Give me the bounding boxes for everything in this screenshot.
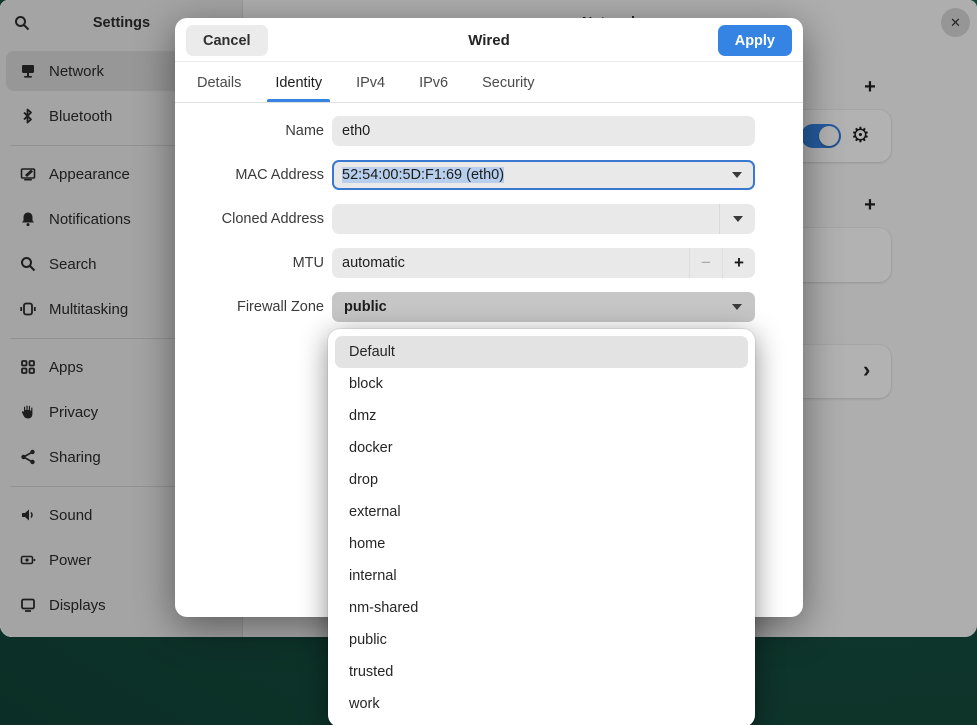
tab-security[interactable]: Security bbox=[472, 63, 544, 102]
mtu-spinbutton[interactable]: automatic − + bbox=[332, 248, 755, 278]
popup-item-default[interactable]: Default bbox=[335, 336, 748, 368]
dialog-title: Wired bbox=[175, 18, 803, 62]
dropdown-arrow-icon bbox=[733, 216, 743, 222]
firewall-zone-dropdown[interactable]: public bbox=[332, 292, 755, 322]
mtu-decrease-button[interactable]: − bbox=[689, 248, 722, 278]
dropdown-arrow-icon bbox=[732, 172, 742, 178]
tab-ipv6[interactable]: IPv6 bbox=[409, 63, 458, 102]
popup-item-docker[interactable]: docker bbox=[335, 432, 748, 464]
plus-icon: + bbox=[734, 253, 744, 273]
dialog-tabbar: Details Identity IPv4 IPv6 Security bbox=[175, 63, 803, 103]
mac-address-input[interactable]: 52:54:00:5D:F1:69 (eth0) bbox=[332, 160, 719, 190]
cloned-address-dropdown-button[interactable] bbox=[719, 204, 755, 234]
cloned-address-label: Cloned Address bbox=[175, 204, 324, 234]
name-input[interactable]: eth0 bbox=[332, 116, 755, 146]
mac-address-label: MAC Address bbox=[175, 160, 324, 190]
popup-item-nm-shared[interactable]: nm-shared bbox=[335, 592, 748, 624]
mtu-label: MTU bbox=[175, 248, 324, 278]
popup-item-dmz[interactable]: dmz bbox=[335, 400, 748, 432]
popup-item-external[interactable]: external bbox=[335, 496, 748, 528]
tab-ipv4[interactable]: IPv4 bbox=[346, 63, 395, 102]
mac-address-dropdown-button[interactable] bbox=[719, 160, 755, 190]
popup-item-block[interactable]: block bbox=[335, 368, 748, 400]
firewall-zone-dropdown-button[interactable] bbox=[719, 304, 755, 310]
cancel-button[interactable]: Cancel bbox=[186, 25, 268, 56]
dialog-header: Wired Cancel Apply bbox=[175, 18, 803, 62]
mtu-input[interactable]: automatic bbox=[332, 248, 689, 278]
tab-details[interactable]: Details bbox=[187, 63, 251, 102]
minus-icon: − bbox=[701, 253, 711, 273]
popup-item-internal[interactable]: internal bbox=[335, 560, 748, 592]
firewall-zone-popup: Default block dmz docker drop external h… bbox=[328, 329, 755, 725]
dropdown-arrow-icon bbox=[732, 304, 742, 310]
popup-item-home[interactable]: home bbox=[335, 528, 748, 560]
popup-item-work[interactable]: work bbox=[335, 688, 748, 720]
firewall-zone-value: public bbox=[332, 292, 719, 322]
popup-item-public[interactable]: public bbox=[335, 624, 748, 656]
firewall-zone-label: Firewall Zone bbox=[175, 292, 324, 322]
popup-item-trusted[interactable]: trusted bbox=[335, 656, 748, 688]
mac-address-combobox[interactable]: 52:54:00:5D:F1:69 (eth0) bbox=[332, 160, 755, 190]
apply-button[interactable]: Apply bbox=[718, 25, 792, 56]
name-label: Name bbox=[175, 116, 324, 146]
mtu-increase-button[interactable]: + bbox=[722, 248, 755, 278]
cloned-address-input[interactable] bbox=[332, 204, 719, 234]
cloned-address-combobox[interactable] bbox=[332, 204, 755, 234]
popup-item-drop[interactable]: drop bbox=[335, 464, 748, 496]
tab-identity[interactable]: Identity bbox=[265, 63, 332, 102]
